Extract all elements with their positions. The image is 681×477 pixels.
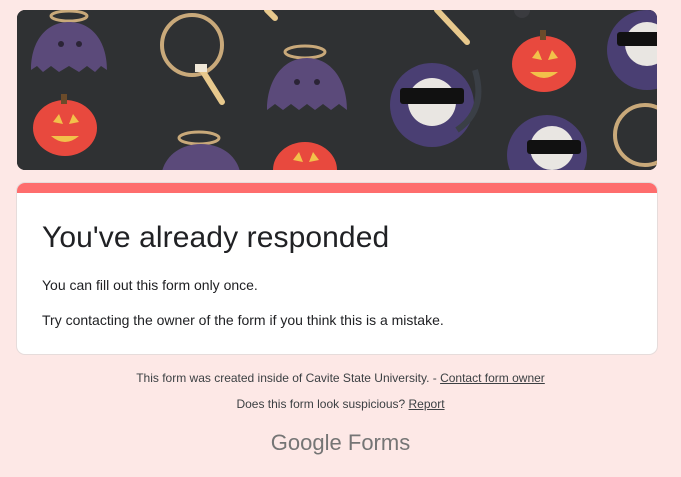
card-title: You've already responded [42,221,390,254]
contact-form-owner-link[interactable]: Contact form owner [440,371,545,385]
card-hint: Try contacting the owner of the form if … [42,312,444,328]
footer-suspicious-text: Does this form look suspicious? [236,397,409,411]
google-wordmark: Google [270,430,342,455]
report-link[interactable]: Report [409,397,445,411]
page: You've already responded You can fill ou… [0,0,681,477]
card-message: You can fill out this form only once. [42,277,258,293]
header-banner-image [17,10,657,170]
google-forms-logo[interactable]: Google Forms [0,430,681,456]
forms-wordmark: Forms [347,430,411,455]
card-accent-bar [17,183,657,193]
halloween-pattern [17,10,657,170]
response-card: You've already responded You can fill ou… [17,183,657,354]
footer-suspicious-line: Does this form look suspicious? Report [0,397,681,411]
footer-created-line: This form was created inside of Cavite S… [0,371,681,385]
footer-created-text: This form was created inside of Cavite S… [136,371,441,385]
